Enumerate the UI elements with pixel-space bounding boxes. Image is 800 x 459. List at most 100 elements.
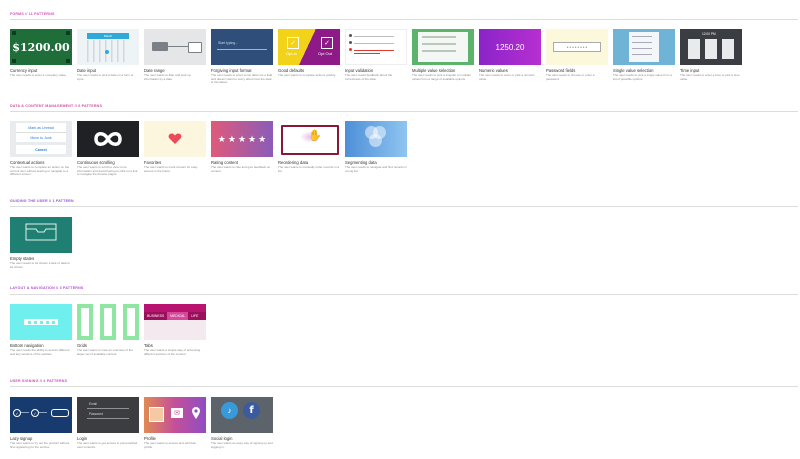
valid-check-icon — [349, 41, 352, 44]
card-description: The user needs to enter a monetary value… — [10, 73, 67, 77]
time-picker-tile — [722, 39, 734, 59]
valid-field-line — [354, 36, 394, 37]
card-description: The user needs the ability to access dif… — [10, 348, 70, 356]
grid-column-icon — [100, 304, 116, 340]
opt-out-label: Opt Out — [318, 51, 333, 56]
date-input-thumbnail: March — [77, 29, 139, 65]
card-description: The user wants to complete an action on … — [10, 165, 70, 177]
dollar-corner-icon — [12, 31, 16, 35]
section-divider — [10, 294, 798, 295]
selection-panel — [418, 32, 468, 62]
range-track — [168, 46, 188, 47]
card-description: The user needs to pick a single value fr… — [613, 73, 672, 81]
valid-field-line — [354, 43, 394, 44]
mail-icon: ✉ — [171, 408, 183, 418]
card-description: The user needs to navigate and find reco… — [345, 165, 407, 173]
grids-thumbnail — [77, 304, 139, 340]
card-description: The user wants to get access to personal… — [77, 441, 138, 449]
dropdown-option — [632, 48, 652, 49]
signup-button — [51, 409, 69, 417]
drag-hand-icon: ✋ — [308, 130, 322, 142]
section-title-social: USER SIGNING // 4 PATTERNS — [10, 379, 68, 383]
dropdown-option — [632, 54, 652, 55]
heart-icon — [168, 133, 182, 144]
checkbox-row — [422, 50, 456, 52]
contextual-actions-thumbnail: Mark as Unread Move to Junk Cancel — [10, 121, 72, 157]
error-message-line — [354, 53, 380, 54]
dropdown-option — [632, 42, 652, 43]
profile-photo-icon — [149, 407, 164, 422]
reordering-thumbnail: ✋ — [278, 121, 340, 157]
time-picker-tile — [688, 39, 700, 59]
range-slider-right-icon — [188, 42, 202, 53]
card-description: The user wants an easy way of signing up… — [211, 441, 273, 449]
menu-label: Mark as Unread — [28, 125, 54, 130]
tab-strip: BUSINESS MEDICAL LIFE — [144, 312, 206, 320]
tabs-thumbnail: BUSINESS MEDICAL LIFE — [144, 304, 206, 340]
section-divider — [10, 19, 798, 20]
star-icon: ★ — [217, 133, 226, 144]
card-description: The user wants to mark content for easy … — [144, 165, 198, 173]
menu-item-cancel: Cancel — [16, 145, 66, 154]
card-description: The user needs to enter a time or pick a… — [680, 73, 740, 81]
check-circle-icon: ✓ — [13, 409, 21, 417]
nav-item-icon — [51, 320, 55, 324]
dollar-corner-icon — [66, 59, 70, 63]
card-description: The user needs to pick a date on a form … — [77, 73, 134, 81]
card-description: The user wants a simple way of accessing… — [144, 348, 201, 356]
card-description: The user needs to pick a singular or mul… — [412, 73, 471, 81]
single-selection-thumbnail — [613, 29, 675, 65]
nav-item-icon — [27, 320, 31, 324]
card-description: The user wants to filter and look up inf… — [144, 73, 191, 81]
menu-item-move-junk: Move to Junk — [16, 133, 66, 142]
menu-label: Cancel — [35, 147, 47, 152]
step-line — [39, 412, 47, 413]
currency-thumbnail: $1200.00 — [10, 29, 72, 65]
currency-value: $1200.00 — [12, 40, 70, 54]
email-field-label: Email — [89, 402, 97, 406]
dropdown-list — [629, 32, 659, 62]
card-description: The user needs feedback about the correc… — [345, 73, 393, 81]
calendar-header: March — [87, 33, 129, 39]
nav-item-icon — [45, 320, 49, 324]
tab-content — [144, 320, 206, 340]
star-icon: ★ — [237, 133, 247, 144]
date-range-thumbnail — [144, 29, 206, 65]
card-description: The user wants to view an overview of th… — [77, 348, 133, 356]
grid-column-icon — [77, 304, 93, 340]
section-title-layout: LAYOUT & NAVIGATION // 3 PATTERNS — [10, 286, 84, 290]
time-value: 12:00 PM — [702, 32, 716, 36]
nav-item-icon — [39, 320, 43, 324]
card-description: The user wants to complete actions quick… — [278, 73, 336, 77]
card-description: The user needs to be shown a lack of dat… — [10, 261, 70, 269]
good-defaults-thumbnail: ✓ Opt-in ✓ Opt Out — [278, 29, 340, 65]
opt-in-checkbox: ✓ — [287, 37, 299, 49]
error-field-line — [354, 50, 394, 51]
dropdown-option — [632, 36, 652, 37]
step-line — [21, 412, 29, 413]
star-icon: ★ — [258, 133, 267, 144]
text-field-underline — [217, 49, 267, 50]
calendar-month: March — [103, 34, 113, 38]
segmenting-thumbnail — [345, 121, 407, 157]
venn-circle-icon — [369, 134, 382, 147]
infinity-icon — [94, 132, 122, 146]
card-description: The user needs to enter or pick a numeri… — [479, 73, 535, 81]
section-title-data: DATA & CONTENT MANAGEMENT // 6 PATTERNS — [10, 104, 103, 108]
card-description: The user wants to scroll to view more in… — [77, 165, 138, 177]
opt-in-label: Opt-in — [286, 51, 297, 56]
selected-date-marker — [105, 50, 109, 54]
card-description: The user needs to choose or enter a pass… — [546, 73, 595, 81]
section-divider — [10, 386, 798, 387]
menu-label: Move to Junk — [30, 135, 52, 140]
twitter-icon: ♪ — [221, 402, 238, 419]
tab-life: LIFE — [191, 314, 199, 318]
password-field-label: Password — [89, 412, 103, 416]
error-icon — [349, 48, 352, 51]
card-description: The user needs to enter some data into a… — [211, 73, 273, 85]
card-description: The user wants to access and edit their … — [144, 441, 197, 449]
nav-item-icon — [33, 320, 37, 324]
social-login-thumbnail: ♪ f — [211, 397, 273, 433]
profile-thumbnail: ✉ — [144, 397, 206, 433]
email-field-line — [87, 408, 129, 409]
